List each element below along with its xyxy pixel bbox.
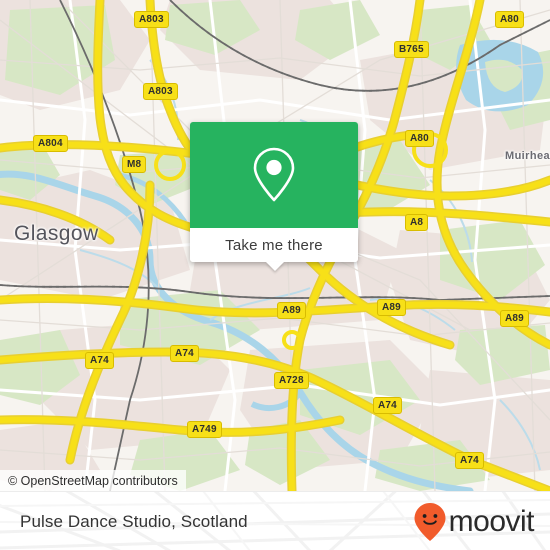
road-shield: A804 <box>33 135 68 152</box>
road-shield: A80 <box>495 11 524 28</box>
road-shield: A728 <box>274 372 309 389</box>
card-action-area[interactable]: Take me there <box>190 228 358 262</box>
road-shield: A749 <box>187 421 222 438</box>
road-shield: A89 <box>500 310 529 327</box>
road-shield: B765 <box>394 41 429 58</box>
map-label-glasgow: Glasgow <box>14 222 99 245</box>
osm-attribution-text: © OpenStreetMap contributors <box>8 473 178 488</box>
map-label-muirhead: Muirhead <box>505 150 550 162</box>
take-me-there-card[interactable]: Take me there <box>190 122 358 271</box>
road-shield: A74 <box>85 352 114 369</box>
footer-place-title: Pulse Dance Studio, Scotland <box>20 511 248 531</box>
moovit-pin-smiley-icon <box>414 502 446 541</box>
road-shield: A74 <box>455 452 484 469</box>
road-shield: A803 <box>143 83 178 100</box>
road-shield: A89 <box>377 299 406 316</box>
road-shield: A803 <box>134 11 169 28</box>
road-shield: A80 <box>405 130 434 147</box>
map-pin-icon <box>253 147 295 202</box>
road-shield: M8 <box>122 156 147 173</box>
moovit-wordmark: moovit <box>448 504 535 538</box>
road-shield: A8 <box>405 214 429 231</box>
moovit-brand[interactable]: moovit <box>413 492 535 550</box>
take-me-there-label: Take me there <box>225 236 323 254</box>
card-icon-area <box>190 122 358 228</box>
osm-attribution[interactable]: © OpenStreetMap contributors <box>0 470 186 491</box>
moovit-location-card-screenshot: Glasgow Muirhead A803 A80 B765 A803 A804 A80 M… <box>0 0 550 550</box>
map-canvas[interactable]: Glasgow Muirhead A803 A80 B765 A803 A804 A80 M… <box>0 0 550 491</box>
footer-bar: Pulse Dance Studio, Scotland moovit <box>0 491 550 550</box>
road-shield: A74 <box>373 397 402 414</box>
road-shield: A89 <box>277 302 306 319</box>
road-shield: A74 <box>170 345 199 362</box>
card-pointer-tail <box>266 262 284 271</box>
